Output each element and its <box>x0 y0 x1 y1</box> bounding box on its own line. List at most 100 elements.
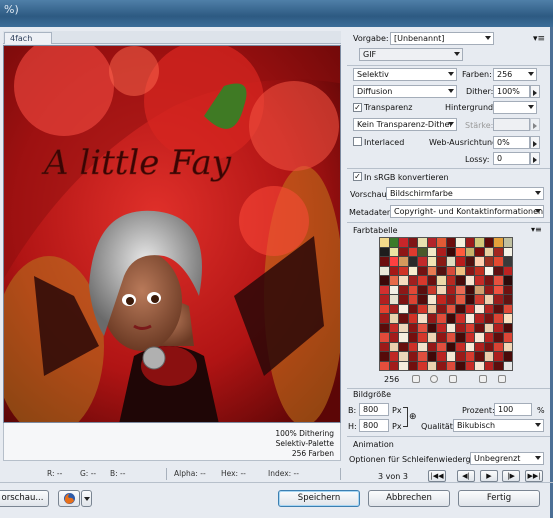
web-shift-icon[interactable] <box>430 375 438 383</box>
color-swatch[interactable] <box>475 285 484 294</box>
transparency-dither-select[interactable]: Kein Transparenz-Dither <box>353 118 457 131</box>
color-swatch[interactable] <box>437 323 446 332</box>
color-swatch[interactable] <box>475 323 484 332</box>
color-swatch[interactable] <box>427 342 436 351</box>
color-swatch[interactable] <box>389 285 398 294</box>
color-swatch[interactable] <box>399 323 408 332</box>
color-swatch[interactable] <box>484 276 493 285</box>
color-swatch[interactable] <box>484 342 493 351</box>
color-swatch[interactable] <box>446 314 455 323</box>
color-swatch[interactable] <box>446 247 455 256</box>
color-swatch[interactable] <box>465 361 474 370</box>
color-swatch[interactable] <box>380 314 389 323</box>
color-swatch[interactable] <box>399 266 408 275</box>
color-swatch[interactable] <box>437 295 446 304</box>
colors-select[interactable]: 256 <box>493 68 537 81</box>
color-swatch[interactable] <box>494 285 503 294</box>
color-swatch[interactable] <box>389 295 398 304</box>
color-swatch[interactable] <box>389 247 398 256</box>
color-swatch[interactable] <box>389 342 398 351</box>
color-swatch[interactable] <box>503 257 512 266</box>
color-swatch[interactable] <box>503 333 512 342</box>
color-swatch[interactable] <box>437 333 446 342</box>
color-swatch[interactable] <box>418 361 427 370</box>
color-swatch[interactable] <box>418 304 427 313</box>
color-swatch[interactable] <box>494 247 503 256</box>
color-swatch[interactable] <box>456 266 465 275</box>
color-swatch[interactable] <box>484 266 493 275</box>
color-swatch[interactable] <box>437 266 446 275</box>
color-swatch[interactable] <box>437 238 446 247</box>
color-swatch[interactable] <box>456 342 465 351</box>
web-snap-stepper[interactable] <box>530 136 540 149</box>
color-swatch[interactable] <box>408 352 417 361</box>
color-swatch[interactable] <box>437 361 446 370</box>
preset-select[interactable]: [Unbenannt] <box>390 32 494 45</box>
color-swatch[interactable] <box>456 361 465 370</box>
color-swatch[interactable] <box>399 361 408 370</box>
color-swatch[interactable] <box>437 304 446 313</box>
color-swatch[interactable] <box>465 285 474 294</box>
color-swatch[interactable] <box>427 247 436 256</box>
color-swatch[interactable] <box>465 352 474 361</box>
color-swatch[interactable] <box>408 333 417 342</box>
dither-amount-input[interactable]: 100% <box>493 85 530 98</box>
color-swatch[interactable] <box>456 276 465 285</box>
color-swatch[interactable] <box>380 333 389 342</box>
color-swatch[interactable] <box>494 323 503 332</box>
color-swatch[interactable] <box>503 342 512 351</box>
panel-menu-icon[interactable]: ▾≡ <box>533 34 545 44</box>
color-swatch[interactable] <box>446 323 455 332</box>
color-swatch[interactable] <box>418 352 427 361</box>
color-swatch[interactable] <box>503 352 512 361</box>
color-swatch[interactable] <box>389 314 398 323</box>
color-swatch[interactable] <box>484 333 493 342</box>
color-swatch[interactable] <box>399 238 408 247</box>
color-swatch[interactable] <box>484 285 493 294</box>
color-swatch[interactable] <box>380 238 389 247</box>
color-swatch[interactable] <box>494 333 503 342</box>
color-swatch[interactable] <box>456 247 465 256</box>
color-swatch[interactable] <box>380 247 389 256</box>
color-swatch[interactable] <box>484 295 493 304</box>
color-swatch[interactable] <box>408 361 417 370</box>
color-swatch[interactable] <box>465 342 474 351</box>
color-swatch[interactable] <box>399 285 408 294</box>
color-swatch[interactable] <box>456 295 465 304</box>
color-swatch[interactable] <box>475 304 484 313</box>
color-swatch[interactable] <box>446 257 455 266</box>
color-swatch[interactable] <box>494 276 503 285</box>
color-swatch[interactable] <box>389 361 398 370</box>
color-swatch[interactable] <box>408 266 417 275</box>
color-swatch[interactable] <box>389 304 398 313</box>
lossy-input[interactable]: 0 <box>493 152 530 165</box>
color-swatch[interactable] <box>408 238 417 247</box>
color-swatch[interactable] <box>465 323 474 332</box>
color-swatch[interactable] <box>389 238 398 247</box>
link-icon[interactable]: ⊕ <box>409 412 417 422</box>
color-swatch[interactable] <box>427 361 436 370</box>
color-swatch[interactable] <box>484 361 493 370</box>
new-color-icon[interactable] <box>479 375 487 383</box>
first-frame-button[interactable]: |◀◀ <box>428 470 446 482</box>
color-swatch[interactable] <box>465 266 474 275</box>
browser-dropdown-button[interactable] <box>81 490 92 507</box>
color-swatch[interactable] <box>427 314 436 323</box>
color-swatch[interactable] <box>427 323 436 332</box>
format-select[interactable]: GIF <box>359 48 463 61</box>
play-button[interactable]: ▶ <box>480 470 498 482</box>
color-swatch[interactable] <box>503 314 512 323</box>
lock-color-icon[interactable] <box>449 375 457 383</box>
color-swatch[interactable] <box>389 276 398 285</box>
color-swatch[interactable] <box>399 276 408 285</box>
color-swatch[interactable] <box>380 323 389 332</box>
color-swatch[interactable] <box>399 314 408 323</box>
color-swatch[interactable] <box>456 304 465 313</box>
quality-select[interactable]: Bikubisch <box>453 419 544 432</box>
previous-frame-button[interactable]: ◀| <box>457 470 475 482</box>
color-swatch[interactable] <box>475 314 484 323</box>
color-swatch[interactable] <box>475 247 484 256</box>
color-swatch[interactable] <box>418 257 427 266</box>
color-swatch[interactable] <box>475 333 484 342</box>
color-swatch[interactable] <box>427 352 436 361</box>
